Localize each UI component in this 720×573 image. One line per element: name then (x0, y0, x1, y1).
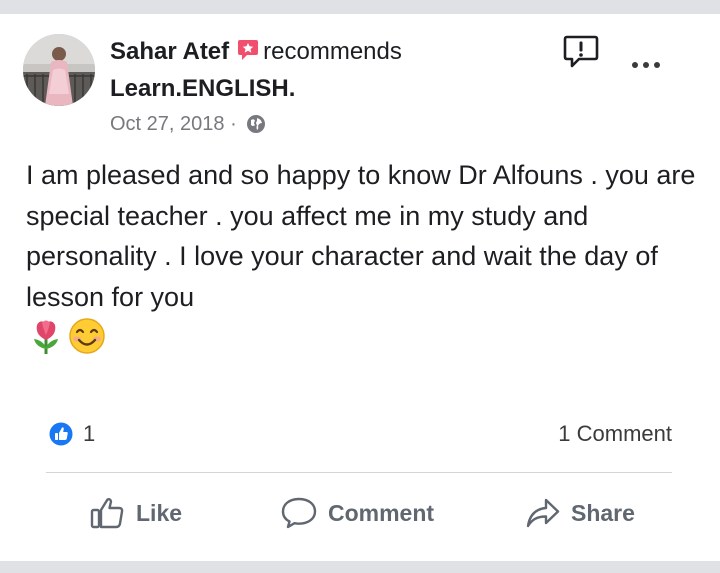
more-options-icon[interactable] (630, 58, 662, 72)
recommended-page-link[interactable]: Learn.ENGLISH. (110, 74, 295, 104)
post-header: Sahar Atef recommends (110, 37, 402, 67)
comment-button[interactable]: Comment (280, 494, 434, 532)
post-date[interactable]: Oct 27, 2018 (110, 113, 225, 135)
post-meta: Oct 27, 2018 · (110, 111, 266, 137)
recommend-badge-icon (236, 38, 260, 62)
reaction-count: 1 (83, 421, 96, 446)
globe-icon (246, 114, 266, 134)
reactions-summary[interactable]: 1 (48, 421, 95, 447)
meta-separator: · (230, 113, 237, 135)
like-label: Like (136, 499, 183, 526)
post-emojis (28, 317, 106, 355)
tulip-emoji (34, 320, 58, 354)
author-avatar[interactable] (23, 34, 95, 106)
report-icon[interactable] (563, 35, 599, 68)
share-arrow-icon (526, 498, 560, 528)
post-text: I am pleased and so happy to know Dr Alf… (26, 160, 696, 312)
feed-separator-top (0, 0, 720, 14)
actions-divider (46, 472, 672, 473)
author-name[interactable]: Sahar Atef (110, 38, 229, 65)
comment-label: Comment (328, 499, 435, 526)
comment-count[interactable]: 1 Comment (558, 421, 672, 447)
like-reaction-icon (48, 421, 74, 447)
thumbs-up-icon (90, 498, 124, 529)
recommends-verb: recommends (263, 38, 402, 65)
feed-separator-bottom (0, 561, 720, 573)
comment-bubble-icon (281, 497, 317, 529)
share-button[interactable]: Share (525, 494, 635, 532)
like-button[interactable]: Like (90, 494, 182, 532)
share-label: Share (571, 499, 635, 526)
smiling-face-emoji (69, 318, 106, 354)
